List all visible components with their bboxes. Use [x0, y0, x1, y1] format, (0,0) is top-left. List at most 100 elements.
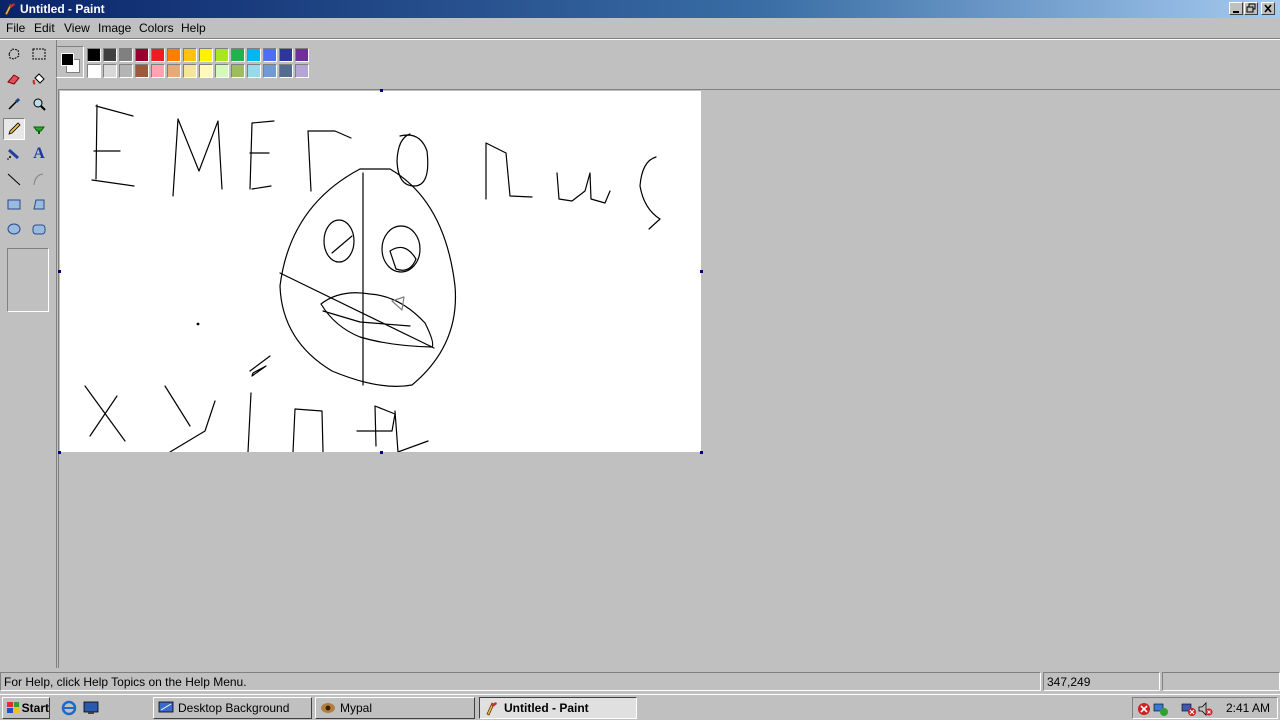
- palette-swatch[interactable]: [215, 48, 229, 62]
- palette-swatch[interactable]: [119, 48, 133, 62]
- menu-bar: File Edit View Image Colors Help: [0, 18, 1280, 38]
- minimize-icon: [1233, 11, 1239, 13]
- windows-logo-icon: [7, 702, 19, 713]
- palette-swatch[interactable]: [199, 48, 213, 62]
- restore-icon: [1246, 3, 1256, 13]
- tool-text[interactable]: A: [28, 143, 50, 165]
- current-colors: [56, 46, 84, 78]
- tool-free-form-select[interactable]: [3, 43, 25, 65]
- tool-fill-with-color[interactable]: [28, 68, 50, 90]
- tool-rectangle[interactable]: [3, 193, 25, 215]
- restore-button[interactable]: [1244, 2, 1258, 15]
- tool-select[interactable]: [28, 43, 50, 65]
- task-mypal[interactable]: Mypal: [315, 697, 475, 719]
- free-form-select-icon: [8, 48, 20, 60]
- volume-muted-icon[interactable]: [1197, 701, 1213, 717]
- menu-file[interactable]: File: [6, 21, 25, 35]
- palette-swatch[interactable]: [103, 64, 117, 78]
- tool-magnifier[interactable]: [28, 93, 50, 115]
- task-label: Desktop Background: [178, 701, 290, 715]
- drawing-canvas[interactable]: [60, 91, 701, 453]
- menu-colors[interactable]: Colors: [139, 21, 174, 35]
- task-label: Untitled - Paint: [504, 701, 589, 715]
- select-icon: [32, 48, 46, 60]
- palette-swatch[interactable]: [295, 64, 309, 78]
- security-alert-icon[interactable]: [1136, 701, 1152, 717]
- network-disconnected-icon[interactable]: [1181, 701, 1197, 717]
- menu-help[interactable]: Help: [181, 21, 206, 35]
- palette-swatch[interactable]: [183, 48, 197, 62]
- palette-swatch[interactable]: [119, 64, 133, 78]
- clock[interactable]: 2:41 AM: [1226, 701, 1270, 715]
- title-bar[interactable]: Untitled - Paint: [0, 0, 1280, 18]
- palette-swatch[interactable]: [87, 48, 101, 62]
- palette-swatch[interactable]: [231, 48, 245, 62]
- tool-pick-color[interactable]: [3, 93, 25, 115]
- resize-handle-bottom[interactable]: [380, 451, 383, 454]
- menu-view[interactable]: View: [64, 21, 90, 35]
- foreground-color[interactable]: [61, 53, 74, 66]
- rectangle-icon: [7, 199, 21, 210]
- task-desktop-background[interactable]: Desktop Background: [153, 697, 312, 719]
- palette-swatch[interactable]: [87, 64, 101, 78]
- close-button[interactable]: [1261, 2, 1275, 15]
- tool-pencil[interactable]: [3, 118, 25, 140]
- tool-eraser[interactable]: [3, 68, 25, 90]
- resize-handle-corner[interactable]: [700, 451, 703, 454]
- display-properties-icon: [158, 701, 174, 713]
- show-desktop-icon[interactable]: [83, 700, 99, 716]
- palette-swatch[interactable]: [151, 64, 165, 78]
- palette-swatch[interactable]: [279, 64, 293, 78]
- tool-rounded-rectangle[interactable]: [28, 218, 50, 240]
- system-tray: 2:41 AM: [1132, 697, 1278, 719]
- taskbar: Start Desktop Background Mypal Untitled …: [0, 694, 1280, 720]
- tool-curve[interactable]: [28, 168, 50, 190]
- palette-swatch[interactable]: [295, 48, 309, 62]
- palette-swatch[interactable]: [215, 64, 229, 78]
- minimize-button[interactable]: [1229, 2, 1243, 15]
- toolbox-border: [56, 40, 57, 668]
- palette-swatch[interactable]: [103, 48, 117, 62]
- status-coordinates: 347,249: [1043, 672, 1160, 691]
- paint-bucket-icon: [32, 73, 45, 85]
- resize-handle-top[interactable]: [380, 89, 383, 92]
- line-icon: [7, 173, 21, 186]
- color-palette: [56, 46, 316, 80]
- palette-swatch[interactable]: [231, 64, 245, 78]
- menu-image[interactable]: Image: [98, 21, 131, 35]
- palette-swatch[interactable]: [263, 64, 277, 78]
- polygon-icon: [33, 199, 45, 210]
- window-title: Untitled - Paint: [20, 2, 105, 16]
- menu-edit[interactable]: Edit: [34, 21, 55, 35]
- palette-swatch[interactable]: [279, 48, 293, 62]
- tool-ellipse[interactable]: [3, 218, 25, 240]
- palette-swatch[interactable]: [263, 48, 277, 62]
- palette-swatch[interactable]: [199, 64, 213, 78]
- magnifier-icon: [33, 98, 46, 111]
- palette-swatch[interactable]: [247, 48, 261, 62]
- internet-explorer-icon[interactable]: [61, 700, 77, 716]
- resize-handle-bottom-left: [58, 451, 61, 454]
- network-connection-icon[interactable]: [1153, 701, 1169, 717]
- resize-handle-right[interactable]: [700, 270, 703, 273]
- palette-swatch[interactable]: [135, 64, 149, 78]
- start-label: Start: [21, 701, 49, 715]
- tool-brush[interactable]: [28, 118, 50, 140]
- palette-swatch[interactable]: [183, 64, 197, 78]
- tool-options-box[interactable]: [7, 248, 49, 312]
- paint-app-icon: [4, 3, 15, 16]
- palette-swatch[interactable]: [135, 48, 149, 62]
- palette-swatch[interactable]: [167, 64, 181, 78]
- drawing-strokes: [84, 104, 661, 453]
- tool-polygon[interactable]: [28, 193, 50, 215]
- tool-line[interactable]: [3, 168, 25, 190]
- palette-swatch[interactable]: [151, 48, 165, 62]
- task-untitled-paint[interactable]: Untitled - Paint: [479, 697, 637, 719]
- pencil-icon: [8, 122, 21, 135]
- close-icon: [1264, 4, 1272, 13]
- start-button[interactable]: Start: [2, 697, 50, 719]
- palette-swatch[interactable]: [167, 48, 181, 62]
- eraser-icon: [7, 74, 20, 85]
- tool-airbrush[interactable]: [3, 143, 25, 165]
- palette-swatch[interactable]: [247, 64, 261, 78]
